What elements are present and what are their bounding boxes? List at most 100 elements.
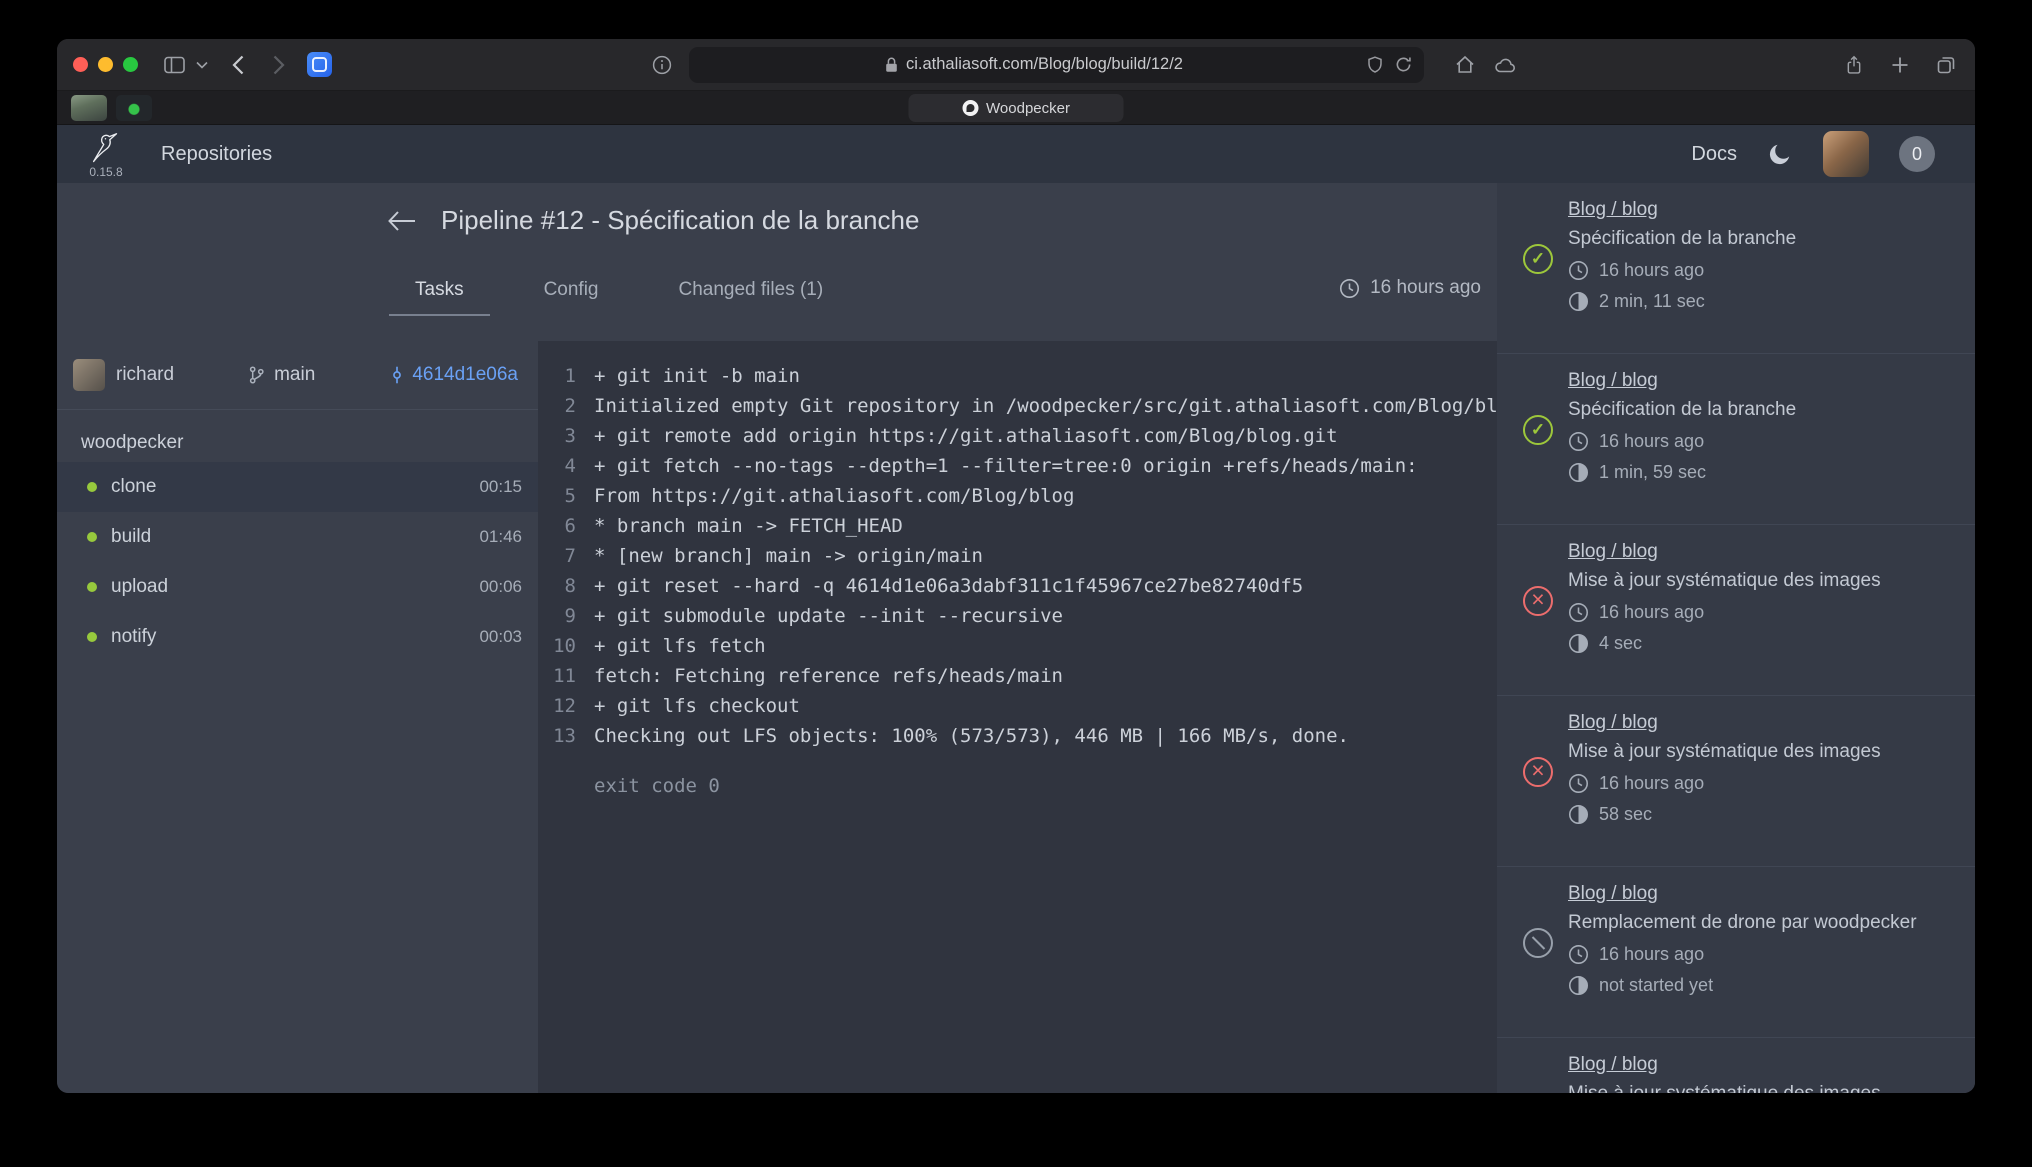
duration-icon (1568, 975, 1589, 996)
console-line: 3 + git remote add origin https://git.at… (538, 421, 1497, 451)
share-icon[interactable] (1841, 52, 1867, 78)
step-build[interactable]: build 01:46 (57, 512, 538, 562)
pipeline-card[interactable]: Blog / blog Mise à jour systématique des… (1497, 696, 1975, 867)
tab-changed-files[interactable]: Changed files (1) (653, 279, 850, 316)
clock-icon (1568, 431, 1589, 452)
commit-hash-link[interactable]: 4614d1e06a (388, 364, 518, 386)
line-number[interactable]: 12 (538, 691, 576, 721)
clock-icon (1339, 278, 1360, 299)
pipeline-repo-link[interactable]: Blog / blog (1568, 199, 1658, 221)
clock-icon (1568, 260, 1589, 281)
new-tab-icon[interactable] (1887, 52, 1913, 78)
commit-branch[interactable]: main (247, 364, 315, 386)
pipeline-duration: 4 sec (1568, 632, 1951, 654)
pipeline-card[interactable]: Blog / blog Spécification de la branche … (1497, 183, 1975, 354)
tab-overview-icon[interactable] (1933, 52, 1959, 78)
line-number[interactable]: 11 (538, 661, 576, 691)
minimize-window-button[interactable] (98, 57, 113, 72)
console-line: 7 * [new branch] main -> origin/main (538, 541, 1497, 571)
line-text: + git fetch --no-tags --depth=1 --filter… (594, 451, 1418, 481)
step-status-dot (87, 532, 97, 542)
nav-repositories-link[interactable]: Repositories (161, 143, 272, 166)
pipeline-time: 16 hours ago (1568, 259, 1951, 281)
chevron-down-icon[interactable] (194, 52, 210, 78)
woodpecker-logo[interactable]: 0.15.8 (89, 130, 123, 179)
pipeline-commit-message: Mise à jour systématique des images (1568, 1083, 1951, 1093)
url-field[interactable]: ci.athaliasoft.com/Blog/blog/build/12/2 (689, 47, 1424, 83)
close-window-button[interactable] (73, 57, 88, 72)
pipeline-repo-link[interactable]: Blog / blog (1568, 541, 1658, 563)
clock-icon (1568, 773, 1589, 794)
clock-icon (1568, 602, 1589, 623)
line-text: + git lfs fetch (594, 631, 766, 661)
pipeline-card[interactable]: Blog / blog Remplacement de drone par wo… (1497, 867, 1975, 1038)
duration-icon (1568, 804, 1589, 825)
pipeline-status-icon (1523, 244, 1553, 274)
browser-toolbar: ci.athaliasoft.com/Blog/blog/build/12/2 (57, 39, 1975, 91)
nav-docs-link[interactable]: Docs (1691, 143, 1737, 166)
pipeline-tabs: Tasks Config Changed files (1) (389, 279, 849, 316)
user-avatar[interactable] (1823, 131, 1869, 177)
line-number[interactable]: 6 (538, 511, 576, 541)
dark-mode-toggle-icon[interactable] (1767, 141, 1793, 167)
line-number[interactable]: 8 (538, 571, 576, 601)
notifications-badge[interactable]: 0 (1899, 136, 1935, 172)
pipeline-repo-link[interactable]: Blog / blog (1568, 712, 1658, 734)
active-tab[interactable]: Woodpecker (909, 94, 1124, 122)
privacy-shield-icon[interactable] (1367, 56, 1383, 73)
pipeline-commit-message: Spécification de la branche (1568, 228, 1951, 250)
line-text: From https://git.athaliasoft.com/Blog/bl… (594, 481, 1074, 511)
steps-panel: richard main (57, 341, 538, 1093)
back-arrow-icon[interactable] (387, 210, 417, 232)
pipeline-card[interactable]: Blog / blog Mise à jour systématique des… (1497, 1038, 1975, 1093)
line-number[interactable]: 4 (538, 451, 576, 481)
line-text: * [new branch] main -> origin/main (594, 541, 983, 571)
line-number[interactable]: 3 (538, 421, 576, 451)
pipeline-repo-link[interactable]: Blog / blog (1568, 883, 1658, 905)
duration-icon (1568, 291, 1589, 312)
line-text: Checking out LFS objects: 100% (573/573)… (594, 721, 1349, 751)
pipeline-time: 16 hours ago (1568, 601, 1951, 623)
desktop: ci.athaliasoft.com/Blog/blog/build/12/2 (0, 0, 2032, 1167)
pipeline-commit-message: Mise à jour systématique des images (1568, 741, 1951, 763)
step-upload[interactable]: upload 00:06 (57, 562, 538, 612)
tab-strip: Woodpecker (57, 91, 1975, 125)
line-text: + git remote add origin https://git.atha… (594, 421, 1338, 451)
step-clone[interactable]: clone 00:15 (57, 462, 538, 512)
line-number[interactable]: 10 (538, 631, 576, 661)
web-app-icon[interactable] (307, 52, 332, 77)
reload-icon[interactable] (1395, 56, 1412, 73)
pipeline-card[interactable]: Blog / blog Spécification de la branche … (1497, 354, 1975, 525)
line-number[interactable]: 1 (538, 361, 576, 391)
app-navbar: 0.15.8 Repositories Docs 0 (57, 125, 1975, 183)
line-number[interactable]: 2 (538, 391, 576, 421)
pinned-tab-2[interactable] (116, 95, 152, 121)
tab-tasks[interactable]: Tasks (389, 279, 490, 316)
zoom-window-button[interactable] (123, 57, 138, 72)
step-notify[interactable]: notify 00:03 (57, 612, 538, 662)
pipeline-status-icon (1523, 757, 1553, 787)
app-version: 0.15.8 (89, 165, 122, 179)
pipeline-title: Pipeline #12 - Spécification de la branc… (441, 205, 919, 236)
pinned-tab-1[interactable] (71, 95, 107, 121)
home-icon[interactable] (1452, 52, 1478, 78)
pipeline-card[interactable]: Blog / blog Mise à jour systématique des… (1497, 525, 1975, 696)
cloud-icon[interactable] (1492, 52, 1518, 78)
branch-icon (247, 365, 266, 385)
back-button[interactable] (225, 52, 251, 78)
pipeline-duration: 2 min, 11 sec (1568, 290, 1951, 312)
line-number[interactable]: 9 (538, 601, 576, 631)
sidebar-toggle-icon[interactable] (161, 52, 187, 78)
tab-config[interactable]: Config (518, 279, 625, 316)
line-number[interactable]: 13 (538, 721, 576, 751)
line-text: fetch: Fetching reference refs/heads/mai… (594, 661, 1063, 691)
info-icon[interactable] (649, 52, 675, 78)
pipeline-status-icon (1523, 586, 1553, 616)
pipeline-repo-link[interactable]: Blog / blog (1568, 1054, 1658, 1076)
woodpecker-app: 0.15.8 Repositories Docs 0 (57, 125, 1975, 1093)
line-text: + git reset --hard -q 4614d1e06a3dabf311… (594, 571, 1303, 601)
line-number[interactable]: 5 (538, 481, 576, 511)
pipeline-repo-link[interactable]: Blog / blog (1568, 370, 1658, 392)
line-number[interactable]: 7 (538, 541, 576, 571)
forward-button[interactable] (266, 52, 292, 78)
